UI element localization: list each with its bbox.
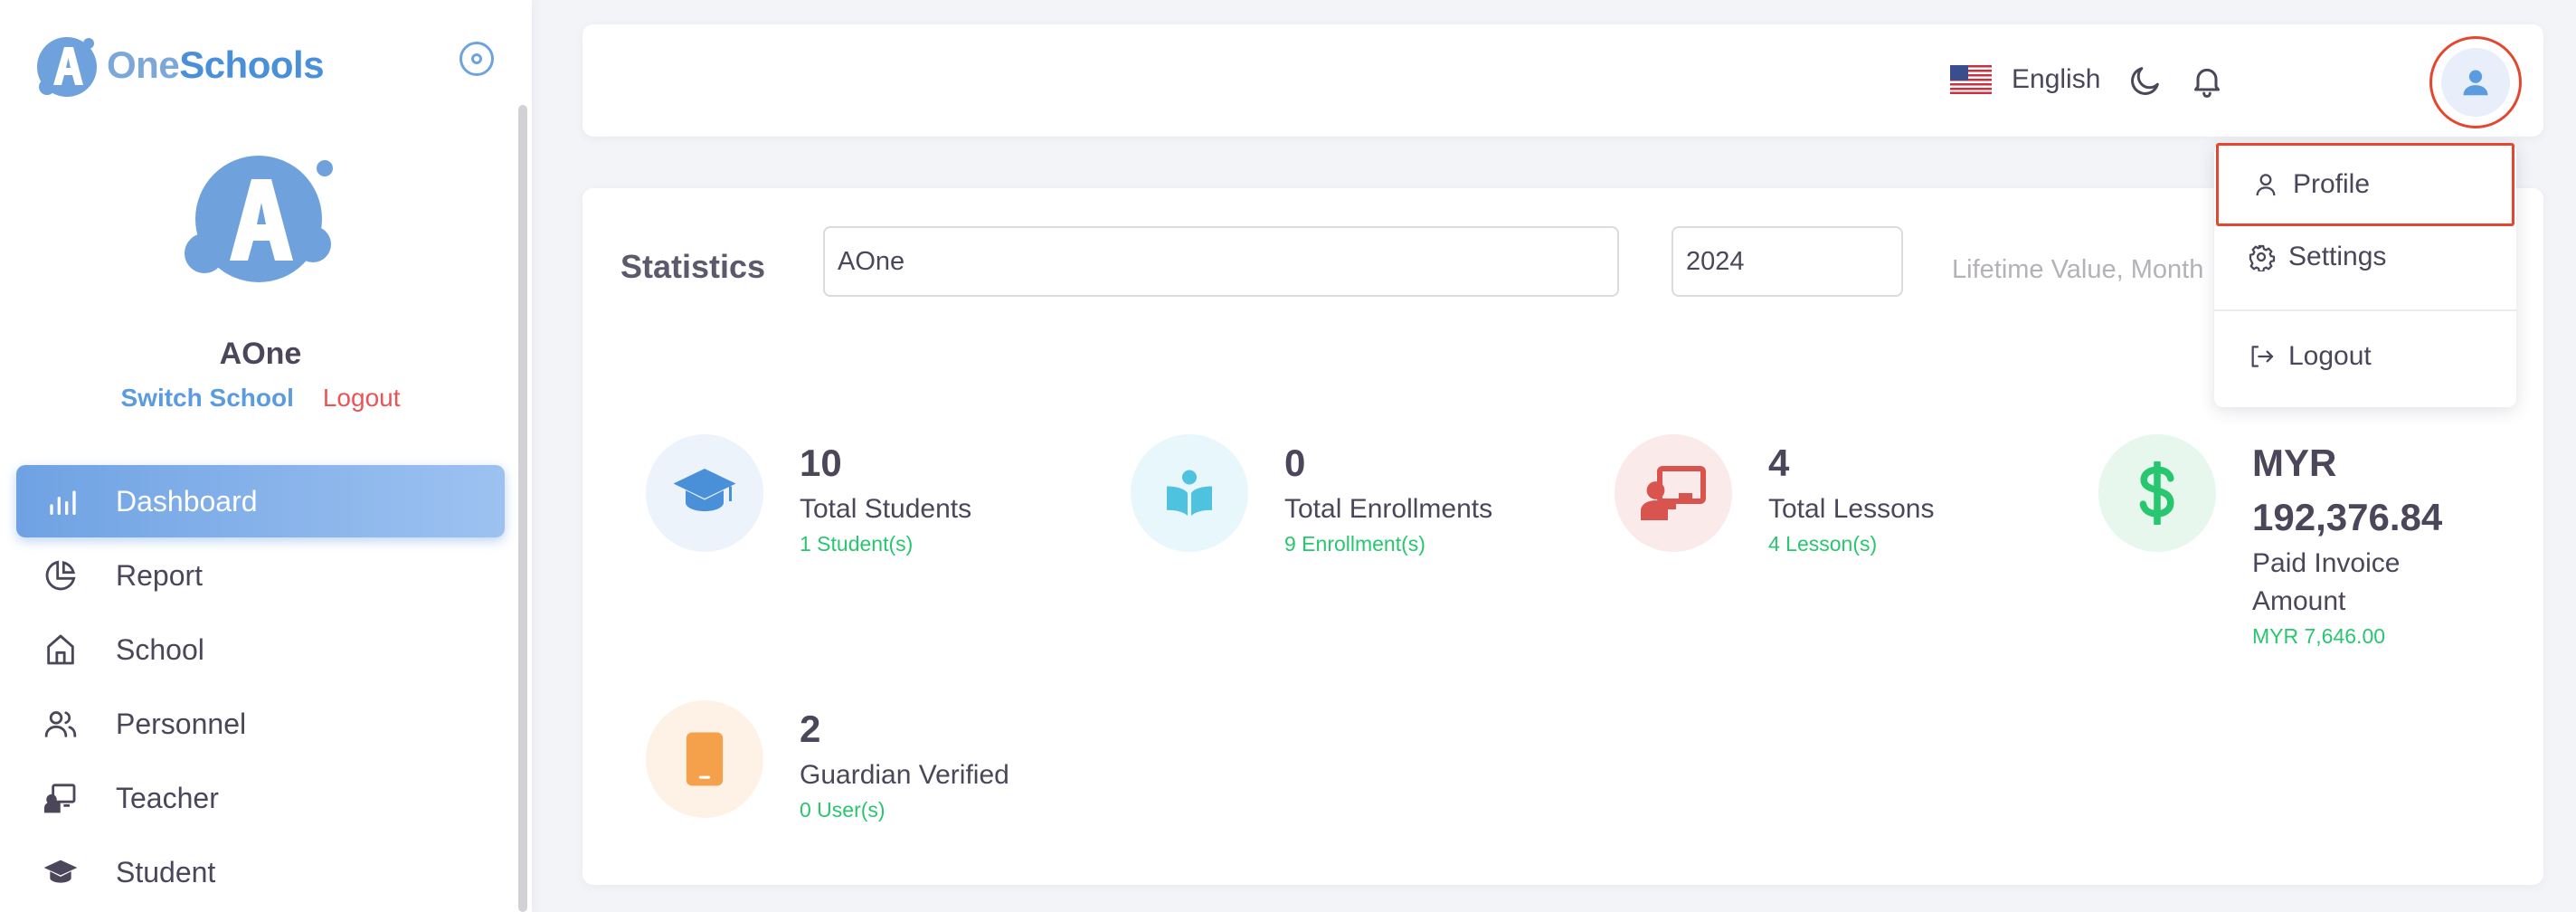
users-icon: [42, 705, 80, 743]
graduation-cap-icon: [42, 853, 80, 891]
brand-name: OneSchools: [107, 43, 325, 86]
us-flag-icon: [1950, 65, 1992, 94]
sidebar-toggle-button[interactable]: [459, 42, 494, 76]
language-selector[interactable]: English: [1950, 64, 2100, 95]
stat-label-cont: Amount: [2252, 586, 2346, 616]
sidebar-item-teacher[interactable]: Teacher: [16, 762, 505, 834]
brand-logo[interactable]: OneSchools: [31, 31, 325, 100]
stat-value: 192,376.84: [2252, 496, 2443, 538]
stat-subtext: 9 Enrollment(s): [1284, 532, 1425, 556]
stat-label: Total Students: [800, 494, 972, 524]
circle-dot-icon: [471, 53, 482, 64]
school-name: AOne: [219, 337, 302, 371]
stat-total-lessons: 4 Total Lessons 4 Lesson(s): [1615, 434, 1934, 559]
period-filter[interactable]: Lifetime Value, Month: [1952, 255, 2203, 285]
stat-value-currency: MYR: [2252, 442, 2337, 484]
user-avatar-button[interactable]: [2429, 36, 2522, 128]
menu-item-settings[interactable]: Settings: [2214, 217, 2516, 297]
stat-label: Total Enrollments: [1284, 494, 1493, 524]
sidebar-item-label: Teacher: [116, 781, 219, 814]
avatar: [2441, 48, 2510, 117]
gear-icon: [2249, 244, 2276, 271]
year-select[interactable]: 2024: [1672, 226, 1903, 297]
stat-value: 0: [1284, 442, 1306, 484]
user-dropdown-menu: Profile Settings Logout: [2214, 143, 2516, 407]
stat-subtext: 1 Student(s): [800, 532, 914, 556]
sidebar-item-dashboard[interactable]: Dashboard: [16, 465, 505, 537]
stat-value: 2: [800, 708, 821, 750]
language-label: English: [2012, 64, 2101, 94]
stat-body: 0 Total Enrollments 9 Enrollment(s): [1284, 436, 1492, 559]
stat-total-enrollments: 0 Total Enrollments 9 Enrollment(s): [1131, 434, 1492, 559]
sidebar-item-label: Personnel: [116, 707, 247, 740]
sidebar-item-personnel[interactable]: Personnel: [16, 688, 505, 760]
top-navbar: English: [582, 24, 2543, 137]
mobile-phone-icon: [646, 700, 763, 818]
dollar-icon: [2098, 434, 2216, 552]
sidebar-item-label: Report: [116, 558, 204, 592]
menu-divider: [2214, 309, 2516, 311]
user-icon: [2463, 70, 2488, 96]
menu-item-label: Profile: [2293, 169, 2371, 199]
user-outline-icon: [2256, 174, 2276, 196]
menu-item-profile[interactable]: Profile: [2216, 143, 2514, 226]
statistics-title: Statistics: [620, 248, 766, 285]
menu-item-label: Logout: [2288, 341, 2372, 371]
school-links: Switch School Logout: [0, 384, 521, 413]
logout-icon: [2251, 346, 2274, 367]
sidebar-nav: Dashboard Report School Personnel Teache…: [16, 465, 505, 910]
sidebar-item-label: School: [116, 632, 204, 666]
chart-pie-icon: [42, 556, 80, 594]
stat-label: Guardian Verified: [800, 760, 1009, 790]
stat-label: Total Lessons: [1768, 494, 1935, 524]
stat-body: 2 Guardian Verified 0 User(s): [800, 702, 1009, 825]
sidebar-item-label: Student: [116, 855, 216, 888]
aone-logo-icon: [37, 37, 97, 97]
stat-label: Paid Invoice: [2252, 548, 2401, 578]
stat-body: 4 Total Lessons 4 Lesson(s): [1768, 436, 1934, 559]
graduation-cap-icon: [646, 434, 763, 552]
sidebar-item-report[interactable]: Report: [16, 539, 505, 612]
teacher-board-icon: [1615, 434, 1732, 552]
switch-school-link[interactable]: Switch School: [121, 384, 294, 413]
stat-body: 10 Total Students 1 Student(s): [800, 436, 971, 559]
teacher-icon: [42, 779, 80, 817]
menu-item-label: Settings: [2288, 242, 2387, 271]
home-icon: [42, 631, 80, 669]
sidebar-item-school[interactable]: School: [16, 613, 505, 686]
moon-icon[interactable]: [2127, 62, 2164, 99]
sidebar-item-label: Dashboard: [116, 484, 258, 518]
sidebar-scrollbar[interactable]: [518, 105, 527, 912]
school-select[interactable]: AOne: [823, 226, 1619, 297]
book-reader-icon: [1131, 434, 1248, 552]
sidebar-item-student[interactable]: Student: [16, 836, 505, 908]
stat-subtext: 0 User(s): [800, 798, 886, 822]
menu-item-logout[interactable]: Logout: [2214, 317, 2516, 396]
sidebar: OneSchools AOne Switch School Logout Das…: [0, 0, 532, 912]
stat-value: 10: [800, 442, 842, 484]
stat-subtext: 4 Lesson(s): [1768, 532, 1878, 556]
stat-paid-invoice: MYR 192,376.84 Paid Invoice Amount MYR 7…: [2098, 434, 2496, 651]
bell-icon[interactable]: [2189, 62, 2225, 99]
stat-subtext: MYR 7,646.00: [2252, 624, 2386, 648]
school-logo: [185, 156, 333, 282]
stat-guardian-verified: 2 Guardian Verified 0 User(s): [646, 700, 1009, 825]
sidebar-logout-link[interactable]: Logout: [323, 384, 401, 413]
stat-body: MYR 192,376.84 Paid Invoice Amount MYR 7…: [2252, 436, 2496, 651]
chart-bar-icon: [42, 482, 80, 520]
stat-total-students: 10 Total Students 1 Student(s): [646, 434, 971, 559]
stat-value: 4: [1768, 442, 1790, 484]
